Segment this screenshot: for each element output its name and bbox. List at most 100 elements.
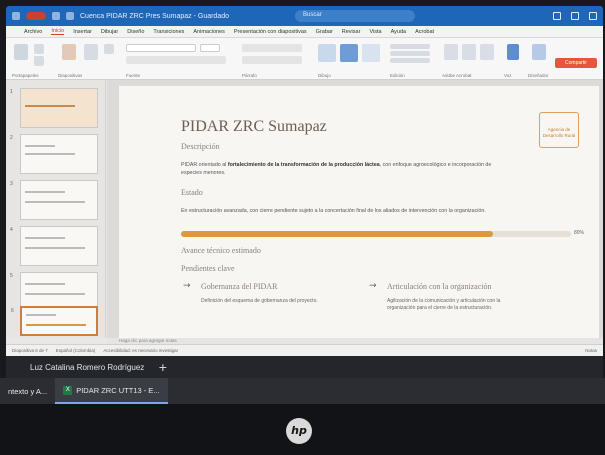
ribbon-group-clipboard: Portapapeles bbox=[12, 42, 52, 78]
progress-fill bbox=[181, 231, 493, 237]
slide-canvas[interactable]: PIDAR ZRC Sumapaz Agencia de Desarrollo … bbox=[119, 86, 599, 338]
pendiente-desc[interactable]: Definición del esquema de gobernanza del… bbox=[201, 298, 318, 304]
minimize-icon[interactable] bbox=[553, 12, 561, 20]
layout-icon[interactable] bbox=[104, 44, 114, 54]
ribbon-tab[interactable]: Inicio bbox=[51, 28, 65, 35]
arrow-right-icon: → bbox=[183, 281, 191, 291]
meeting-user-bar: Luz Catalina Romero Rodríguez + bbox=[6, 356, 603, 378]
search-input[interactable]: Buscar bbox=[295, 10, 416, 22]
autosave-toggle[interactable] bbox=[26, 12, 46, 20]
slide-thumbnail[interactable]: 2 bbox=[10, 134, 98, 174]
align-buttons[interactable] bbox=[242, 56, 302, 64]
share-pdf-icon[interactable] bbox=[462, 44, 476, 60]
hp-logo: hp bbox=[286, 418, 312, 444]
slide-thumbnail[interactable]: 4 bbox=[10, 226, 98, 266]
slide-thumbnail[interactable]: 1 bbox=[10, 88, 98, 128]
descripcion-text[interactable]: PIDAR orientado al fortalecimiento de la… bbox=[181, 162, 491, 168]
dictate-icon[interactable] bbox=[507, 44, 519, 60]
paste-icon[interactable] bbox=[14, 44, 28, 60]
pendiente-desc[interactable]: Agilización de la comunicación y articul… bbox=[387, 298, 500, 304]
maximize-icon[interactable] bbox=[571, 12, 579, 20]
ribbon-group-voice: Voz bbox=[504, 42, 524, 78]
shapes-icon[interactable] bbox=[318, 44, 336, 62]
window-controls bbox=[553, 12, 597, 20]
taskbar-item[interactable]: ntexto y A... bbox=[0, 378, 55, 404]
status-bar: Diapositiva 6 de 7 Español (Colombia) Ac… bbox=[6, 344, 603, 356]
slide-thumbnail-selected[interactable]: 6 bbox=[11, 306, 98, 336]
ribbon-tab[interactable]: Animaciones bbox=[193, 29, 225, 35]
cut-icon[interactable] bbox=[34, 44, 44, 54]
save-icon[interactable] bbox=[52, 12, 60, 20]
ribbon-group-paragraph: Párrafo bbox=[242, 42, 312, 78]
select-button[interactable] bbox=[390, 58, 430, 63]
arrange-icon[interactable] bbox=[340, 44, 358, 62]
ribbon: Portapapeles Diapositivas Fuente Párrafo bbox=[6, 38, 603, 80]
find-button[interactable] bbox=[390, 44, 430, 49]
ribbon-tab[interactable]: Vista bbox=[369, 29, 381, 35]
ribbon-tab[interactable]: Acrobat bbox=[415, 29, 434, 35]
progress-percent: 80% bbox=[574, 230, 585, 236]
create-pdf-icon[interactable] bbox=[444, 44, 458, 60]
slide-thumbnails-pane: 1 2 3 4 5 6 bbox=[6, 80, 106, 338]
list-buttons[interactable] bbox=[242, 44, 302, 52]
undo-icon[interactable] bbox=[66, 12, 74, 20]
ribbon-tab[interactable]: Archivo bbox=[24, 29, 42, 35]
ribbon-group-font: Fuente bbox=[126, 42, 236, 78]
user-name: Luz Catalina Romero Rodríguez bbox=[30, 362, 145, 372]
taskbar: ntexto y A... X PIDAR ZRC UTT13 - E... bbox=[0, 378, 605, 404]
ribbon-tab[interactable]: Revisar bbox=[342, 29, 361, 35]
sign-icon[interactable] bbox=[480, 44, 494, 60]
close-icon[interactable] bbox=[589, 12, 597, 20]
app-icon bbox=[12, 12, 20, 20]
ribbon-tab[interactable]: Grabar bbox=[316, 29, 333, 35]
arrow-right-icon: → bbox=[369, 281, 377, 291]
agency-logo: Agencia de Desarrollo Rural bbox=[539, 112, 579, 148]
title-bar: Cuenca PIDAR ZRC Pres Sumapaz - Guardado… bbox=[6, 6, 603, 26]
share-button[interactable]: Compartir bbox=[555, 58, 597, 68]
estado-heading[interactable]: Estado bbox=[181, 188, 203, 197]
estado-text[interactable]: En estructuración avanzada, con cierre p… bbox=[181, 208, 486, 214]
descripcion-text-line2[interactable]: especies menores. bbox=[181, 170, 225, 176]
pendiente-title[interactable]: Gobernanza del PIDAR bbox=[201, 282, 277, 291]
slide-title[interactable]: PIDAR ZRC Sumapaz bbox=[181, 118, 327, 136]
slide-editor[interactable]: PIDAR ZRC Sumapaz Agencia de Desarrollo … bbox=[107, 80, 603, 338]
font-size-select[interactable] bbox=[200, 44, 220, 52]
photo-stage: Cuenca PIDAR ZRC Pres Sumapaz - Guardado… bbox=[0, 0, 605, 455]
pendientes-heading[interactable]: Pendientes clave bbox=[181, 264, 235, 273]
ribbon-tabs: Archivo Inicio Insertar Dibujar Diseño Transi… bbox=[6, 26, 603, 38]
ribbon-group-acrobat: Adobe Acrobat bbox=[442, 42, 498, 78]
slide-thumbnail[interactable]: 3 bbox=[10, 180, 98, 220]
notes-button[interactable]: Notas bbox=[585, 348, 597, 353]
excel-icon: X bbox=[63, 385, 73, 395]
ribbon-tab[interactable]: Diseño bbox=[127, 29, 144, 35]
font-format-buttons[interactable] bbox=[126, 56, 226, 64]
window-title: Cuenca PIDAR ZRC Pres Sumapaz - Guardado bbox=[80, 12, 230, 20]
ribbon-group-editing: Edición bbox=[390, 42, 436, 78]
ribbon-tab[interactable]: Insertar bbox=[73, 29, 92, 35]
slide-counter: Diapositiva 6 de 7 bbox=[12, 348, 48, 353]
accessibility-indicator[interactable]: Accesibilidad: es necesario investigar bbox=[103, 348, 178, 353]
plus-icon[interactable]: + bbox=[158, 361, 167, 374]
language-indicator[interactable]: Español (Colombia) bbox=[56, 348, 96, 353]
taskbar-item-active[interactable]: X PIDAR ZRC UTT13 - E... bbox=[55, 378, 168, 404]
ribbon-tab[interactable]: Ayuda bbox=[391, 29, 407, 35]
progress-bar[interactable] bbox=[181, 231, 571, 237]
designer-icon[interactable] bbox=[532, 44, 546, 60]
avance-heading[interactable]: Avance técnico estimado bbox=[181, 246, 261, 255]
quick-styles-icon[interactable] bbox=[362, 44, 380, 62]
replace-button[interactable] bbox=[390, 51, 430, 56]
ribbon-group-drawing: Dibujo bbox=[318, 42, 384, 78]
pendiente-title[interactable]: Articulación con la organización bbox=[387, 282, 491, 291]
descripcion-heading[interactable]: Descripción bbox=[181, 142, 220, 151]
ribbon-tab[interactable]: Dibujar bbox=[101, 29, 118, 35]
ribbon-group-slides: Diapositivas bbox=[58, 42, 118, 78]
pendiente-desc-line2[interactable]: organización para el cierre de la estruc… bbox=[387, 305, 492, 311]
font-name-select[interactable] bbox=[126, 44, 196, 52]
copy-icon[interactable] bbox=[34, 56, 44, 66]
reuse-slides-icon[interactable] bbox=[84, 44, 98, 60]
powerpoint-window: Cuenca PIDAR ZRC Pres Sumapaz - Guardado… bbox=[6, 6, 603, 356]
ribbon-group-designer: Diseñador bbox=[528, 42, 554, 78]
ribbon-tab[interactable]: Presentación con diapositivas bbox=[234, 29, 307, 35]
new-slide-icon[interactable] bbox=[62, 44, 76, 60]
ribbon-tab[interactable]: Transiciones bbox=[153, 29, 184, 35]
